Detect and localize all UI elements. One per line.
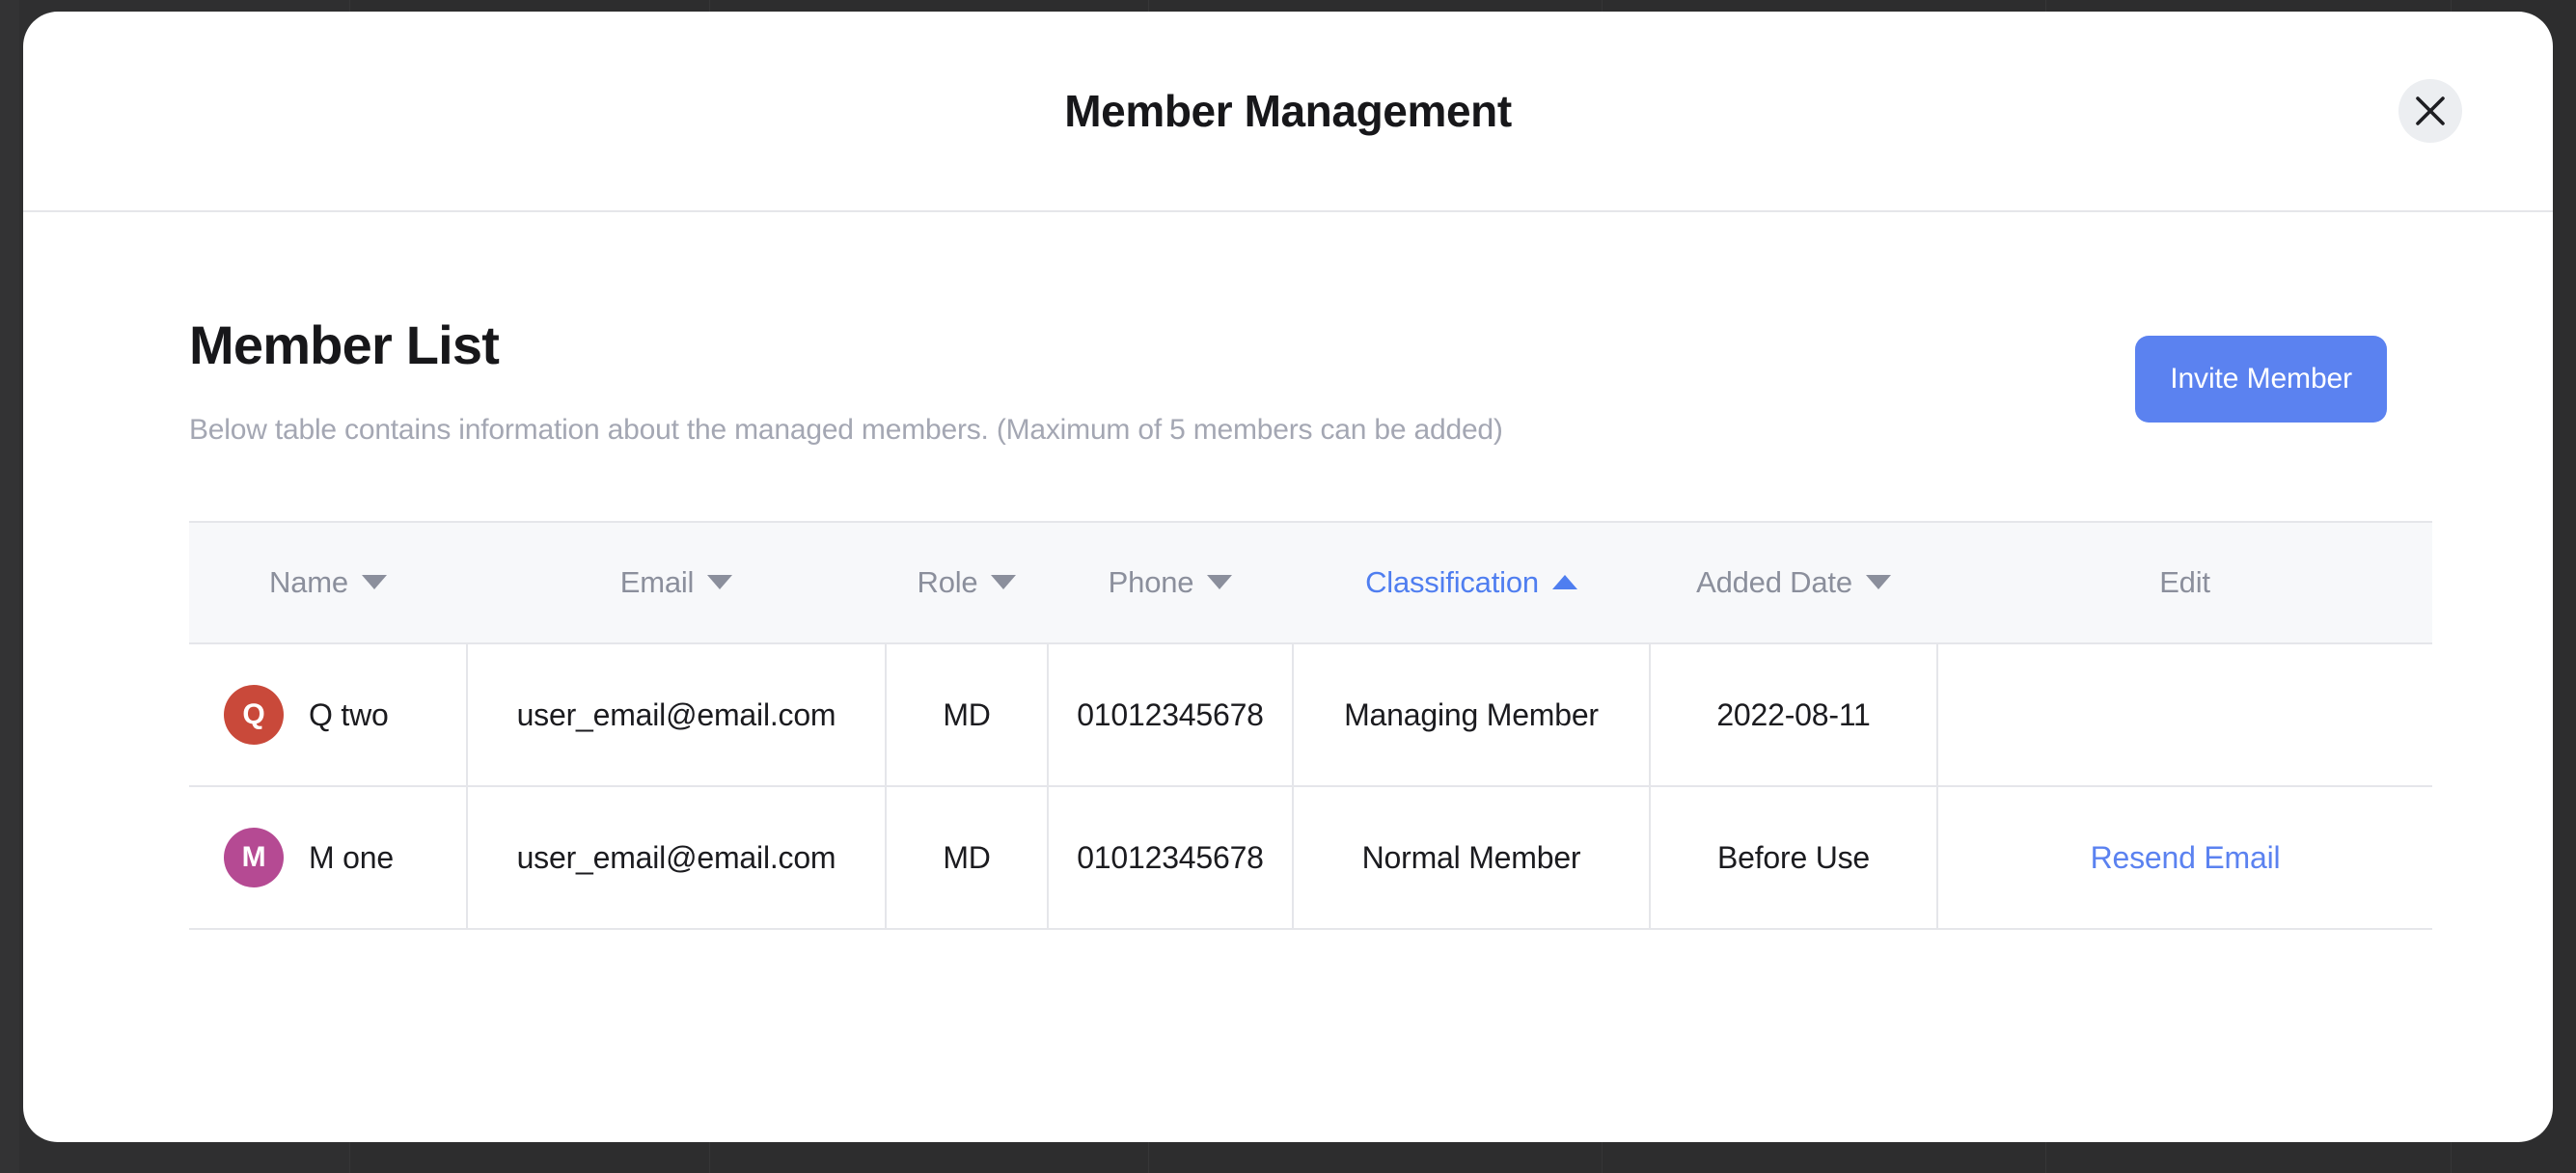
cell-role: MD <box>886 643 1049 787</box>
cell-classification: Normal Member <box>1293 786 1651 930</box>
cell-edit: Resend Email <box>1937 786 2432 930</box>
table-header-row: Name Email Role Phone Classification Add… <box>189 521 2432 644</box>
column-header-added-date[interactable]: Added Date <box>1650 521 1937 644</box>
column-header-role[interactable]: Role <box>886 521 1048 644</box>
cell-name: Q Q two <box>189 643 468 787</box>
column-label: Phone <box>1108 565 1194 599</box>
cell-email: user_email@email.com <box>467 786 887 930</box>
column-header-edit: Edit <box>1937 521 2432 644</box>
column-label: Role <box>917 565 978 599</box>
sort-descending-icon <box>1207 575 1233 589</box>
cell-phone: 01012345678 <box>1048 786 1294 930</box>
sort-descending-icon <box>1865 575 1891 589</box>
column-label: Name <box>269 565 348 599</box>
modal-body: Member List Below table contains informa… <box>23 212 2553 930</box>
cell-name: M M one <box>189 786 468 930</box>
column-header-phone[interactable]: Phone <box>1048 521 1293 644</box>
avatar: Q <box>224 685 284 745</box>
column-label: Email <box>619 565 695 599</box>
cell-added-date: 2022-08-11 <box>1650 643 1938 787</box>
close-icon <box>2414 95 2447 127</box>
resend-email-link[interactable]: Resend Email <box>2091 840 2281 875</box>
member-list-header: Member List Below table contains informa… <box>189 212 2387 448</box>
invite-member-button[interactable]: Invite Member <box>2135 336 2387 423</box>
avatar: M <box>224 828 284 887</box>
cell-phone: 01012345678 <box>1048 643 1294 787</box>
member-list-title: Member List <box>189 314 500 375</box>
cell-email: user_email@email.com <box>467 643 887 787</box>
cell-role: MD <box>886 786 1049 930</box>
column-header-name[interactable]: Name <box>189 521 467 644</box>
member-name: M one <box>309 839 394 875</box>
modal-header: Member Management <box>23 12 2553 212</box>
member-list-subtitle: Below table contains information about t… <box>189 414 1503 446</box>
sort-ascending-icon <box>1551 575 1577 589</box>
column-header-email[interactable]: Email <box>467 521 886 644</box>
page-title: Member Management <box>1064 86 1512 136</box>
member-table-head: Name Email Role Phone Classification Add… <box>189 521 2432 644</box>
column-label: Edit <box>2159 565 2210 599</box>
column-label: Added Date <box>1696 565 1852 599</box>
table-row: M M one user_email@email.com MD 01012345… <box>189 786 2432 930</box>
cell-classification: Managing Member <box>1293 643 1651 787</box>
sort-descending-icon <box>361 575 387 589</box>
sort-descending-icon <box>991 575 1017 589</box>
sort-descending-icon <box>707 575 733 589</box>
member-management-modal: Member Management Member List Below tabl… <box>23 12 2553 1142</box>
cell-added-date: Before Use <box>1650 786 1938 930</box>
column-header-classification[interactable]: Classification <box>1293 521 1650 644</box>
member-table-body: Q Q two user_email@email.com MD 01012345… <box>189 643 2432 930</box>
column-label: Classification <box>1365 565 1539 599</box>
member-name: Q two <box>309 696 389 732</box>
member-table: Name Email Role Phone Classification Add… <box>189 521 2432 930</box>
cell-edit <box>1937 643 2432 787</box>
table-row: Q Q two user_email@email.com MD 01012345… <box>189 643 2432 787</box>
close-button[interactable] <box>2398 79 2462 143</box>
